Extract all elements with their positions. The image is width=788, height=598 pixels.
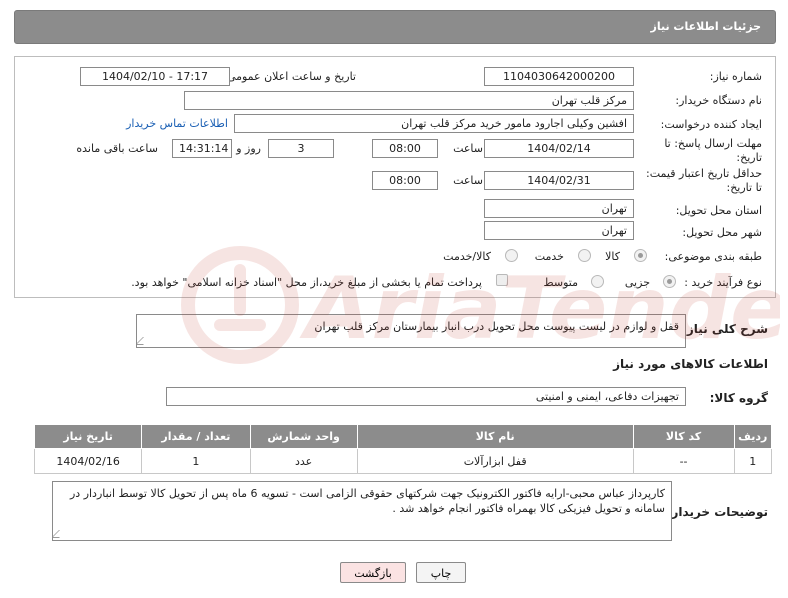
reply-deadline-date-field: 1404/02/14 bbox=[484, 139, 634, 158]
cell-row-number: 1 bbox=[733, 448, 773, 474]
page-header: جزئیات اطلاعات نیاز bbox=[14, 10, 776, 44]
goods-group-label: گروه کالا: bbox=[709, 391, 768, 405]
description-text: قفل و لوازم در لیست پیوست محل تحویل درب … bbox=[314, 320, 679, 333]
price-validity-date-field: 1404/02/31 bbox=[484, 171, 634, 190]
purchase-type-medium-label: متوسط bbox=[543, 276, 578, 289]
price-validity-label-date: تا تاریخ: bbox=[726, 181, 762, 194]
buyer-org-label: نام دستگاه خریدار: bbox=[675, 94, 762, 107]
description-label: شرح کلی نیاز: bbox=[682, 322, 768, 336]
category-goods-service-label: کالا/خدمت bbox=[443, 250, 491, 263]
buyer-notes-label: توضیحات خریدار: bbox=[666, 505, 768, 519]
delivery-city-field: تهران bbox=[484, 221, 634, 240]
reply-deadline-label: مهلت ارسال پاسخ: تا bbox=[664, 137, 762, 150]
category-service-label: خدمت bbox=[534, 250, 564, 263]
delivery-city-label: شهر محل تحویل: bbox=[682, 226, 762, 239]
category-goods-service-radio[interactable] bbox=[505, 249, 518, 262]
table-row: 1 -- قفل ابزارآلات عدد 1 1404/02/16 bbox=[33, 448, 773, 474]
col-header-need-date: تاریخ نیاز bbox=[33, 424, 143, 449]
announce-datetime-label: تاریخ و ساعت اعلان عمومی: bbox=[223, 70, 356, 83]
category-label: طبقه بندی موضوعی: bbox=[664, 250, 762, 263]
description-textarea[interactable]: قفل و لوازم در لیست پیوست محل تحویل درب … bbox=[136, 314, 686, 348]
col-header-row: ردیف bbox=[733, 424, 773, 449]
col-header-name: نام کالا bbox=[356, 424, 634, 449]
delivery-province-field: تهران bbox=[484, 199, 634, 218]
goods-section-title: اطلاعات کالاهای مورد نیاز bbox=[613, 357, 768, 371]
category-goods-label: کالا bbox=[605, 250, 620, 263]
buyer-notes-textarea[interactable]: کارپرداز عباس محبی-ارایه فاکتور الکترونی… bbox=[52, 481, 672, 541]
print-button[interactable]: چاپ bbox=[416, 562, 466, 583]
price-validity-time-label: ساعت bbox=[453, 174, 483, 187]
back-button[interactable]: بازگشت bbox=[340, 562, 406, 583]
resize-handle-icon[interactable] bbox=[137, 337, 151, 345]
purchase-type-label: نوع فرآیند خرید : bbox=[684, 276, 762, 289]
cell-code: -- bbox=[632, 448, 735, 474]
page-title: جزئیات اطلاعات نیاز bbox=[650, 20, 762, 33]
resize-handle-icon[interactable] bbox=[53, 530, 67, 538]
cell-name: قفل ابزارآلات bbox=[356, 448, 634, 474]
price-validity-label: حداقل تاریخ اعتبار قیمت: bbox=[646, 167, 762, 180]
need-number-label: شماره نیاز: bbox=[709, 70, 762, 83]
requester-label: ایجاد کننده درخواست: bbox=[660, 118, 762, 131]
price-validity-time-field: 08:00 bbox=[372, 171, 438, 190]
cell-quantity: 1 bbox=[141, 448, 251, 474]
goods-table-header-row: ردیف کد کالا نام کالا واحد شمارش تعداد /… bbox=[33, 424, 773, 449]
buyer-contact-link[interactable]: اطلاعات تماس خریدار bbox=[126, 117, 228, 130]
reply-deadline-time-field: 08:00 bbox=[372, 139, 438, 158]
reply-deadline-label-date: تاریخ: bbox=[736, 151, 762, 164]
reply-deadline-time-label: ساعت bbox=[453, 142, 483, 155]
treasury-payment-checkbox[interactable] bbox=[496, 274, 508, 286]
reply-days-label: روز و bbox=[236, 142, 261, 155]
treasury-payment-note: پرداخت تمام یا بخشی از مبلغ خرید،از محل … bbox=[131, 276, 482, 289]
need-number-field: 1104030642000200 bbox=[484, 67, 634, 86]
category-goods-radio[interactable] bbox=[634, 249, 647, 262]
reply-days-field: 3 bbox=[268, 139, 334, 158]
purchase-type-minor-radio[interactable] bbox=[663, 275, 676, 288]
goods-group-field: تجهیزات دفاعی، ایمنی و امنیتی bbox=[166, 387, 686, 406]
col-header-code: کد کالا bbox=[632, 424, 735, 449]
requester-field: افشین وکیلی اجارود مامور خرید مرکز قلب ت… bbox=[234, 114, 634, 133]
remaining-time-label: ساعت باقی مانده bbox=[76, 142, 158, 155]
col-header-quantity: تعداد / مقدار bbox=[141, 424, 251, 449]
cell-unit: عدد bbox=[249, 448, 358, 474]
goods-table: ردیف کد کالا نام کالا واحد شمارش تعداد /… bbox=[33, 424, 773, 474]
buyer-notes-text: کارپرداز عباس محبی-ارایه فاکتور الکترونی… bbox=[69, 487, 665, 515]
cell-need-date: 1404/02/16 bbox=[33, 448, 143, 474]
category-service-radio[interactable] bbox=[578, 249, 591, 262]
delivery-province-label: استان محل تحویل: bbox=[675, 204, 762, 217]
remaining-time-field: 14:31:14 bbox=[172, 139, 232, 158]
announce-datetime-field: 1404/02/10 - 17:17 bbox=[80, 67, 230, 86]
purchase-type-minor-label: جزیی bbox=[624, 276, 650, 289]
buyer-org-field: مرکز قلب تهران bbox=[184, 91, 634, 110]
purchase-type-medium-radio[interactable] bbox=[591, 275, 604, 288]
col-header-unit: واحد شمارش bbox=[249, 424, 358, 449]
